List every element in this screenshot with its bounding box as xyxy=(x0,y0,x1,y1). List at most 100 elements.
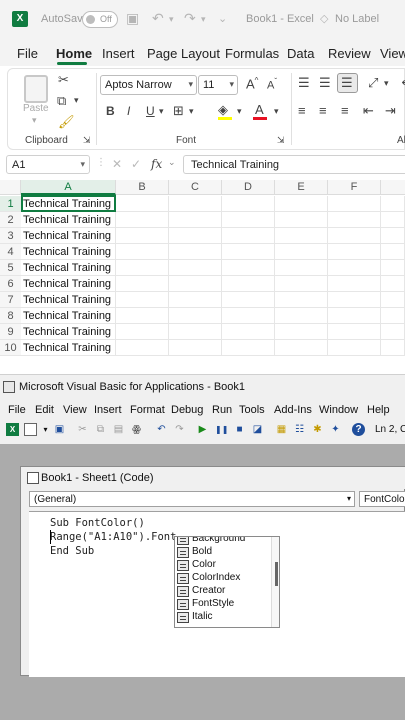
cell-empty[interactable] xyxy=(116,228,169,244)
shrink-font-icon[interactable]: Aˇ xyxy=(267,77,277,92)
design-mode-icon[interactable]: ◪ xyxy=(251,423,264,436)
row-header[interactable]: 2 xyxy=(0,212,21,228)
orientation-icon[interactable]: ⤢ xyxy=(368,75,378,91)
more-options-icon[interactable]: ⋮ xyxy=(96,157,106,168)
row-header[interactable]: 6 xyxy=(0,276,21,292)
bottom-align-icon[interactable]: ☰ xyxy=(341,75,353,91)
paste-dropdown-icon[interactable]: ▾ xyxy=(32,115,37,126)
name-box[interactable]: A1 ▾ xyxy=(6,155,90,174)
cut-icon[interactable]: ✂ xyxy=(58,72,69,88)
cell-empty[interactable] xyxy=(222,244,275,260)
intellisense-item[interactable]: Bold xyxy=(175,546,271,559)
vba-menu-format[interactable]: Format xyxy=(130,404,165,416)
cell-empty[interactable] xyxy=(328,276,381,292)
fx-dropdown-icon[interactable]: ⌄ xyxy=(168,157,176,168)
intellisense-item[interactable]: Background xyxy=(175,537,271,546)
cell-empty[interactable] xyxy=(381,228,405,244)
cell-empty[interactable] xyxy=(116,340,169,356)
intellisense-item[interactable]: Color xyxy=(175,559,271,572)
vba-menu-help[interactable]: Help xyxy=(367,404,390,416)
tab-data[interactable]: Data xyxy=(287,46,314,61)
redo-icon[interactable]: ↷ xyxy=(184,10,196,27)
procedure-select[interactable]: FontColor xyxy=(359,491,405,507)
cell-empty[interactable] xyxy=(169,196,222,212)
tab-home[interactable]: Home xyxy=(56,46,92,61)
cell-empty[interactable] xyxy=(169,260,222,276)
underline-dropdown-icon[interactable]: ▾ xyxy=(159,106,164,117)
vba-find-icon[interactable]: ꙮ xyxy=(130,423,143,436)
redo-dropdown-icon[interactable]: ▾ xyxy=(201,14,206,25)
cell-empty[interactable] xyxy=(222,292,275,308)
cell-empty[interactable] xyxy=(169,340,222,356)
cell-empty[interactable] xyxy=(381,196,405,212)
vba-paste-icon[interactable]: ▤ xyxy=(112,423,125,436)
cell-empty[interactable] xyxy=(328,292,381,308)
column-header-b[interactable]: B xyxy=(116,180,169,195)
row-header[interactable]: 10 xyxy=(0,340,21,356)
cell-empty[interactable] xyxy=(116,244,169,260)
cell-empty[interactable] xyxy=(222,260,275,276)
cell-empty[interactable] xyxy=(169,212,222,228)
intellisense-item[interactable]: ColorIndex xyxy=(175,572,271,585)
copy-icon[interactable]: ⧉ xyxy=(57,93,66,109)
vba-menu-debug[interactable]: Debug xyxy=(171,404,203,416)
row-header[interactable]: 3 xyxy=(0,228,21,244)
reset-icon[interactable]: ■ xyxy=(233,423,246,436)
cell-empty[interactable] xyxy=(116,308,169,324)
row-header[interactable]: 7 xyxy=(0,292,21,308)
italic-button[interactable]: I xyxy=(127,104,130,118)
cell-a[interactable]: Technical Training xyxy=(21,244,116,260)
column-header-f[interactable]: F xyxy=(328,180,381,195)
cell-empty[interactable] xyxy=(169,292,222,308)
properties-window-icon[interactable]: ☷ xyxy=(293,423,306,436)
tab-insert[interactable]: Insert xyxy=(102,46,135,61)
decrease-indent-icon[interactable]: ⇤ xyxy=(363,103,374,119)
cell-empty[interactable] xyxy=(116,276,169,292)
vba-menu-insert[interactable]: Insert xyxy=(94,404,122,416)
vba-menu-file[interactable]: File xyxy=(8,404,26,416)
cell-empty[interactable] xyxy=(381,308,405,324)
cell-empty[interactable] xyxy=(222,276,275,292)
tab-file[interactable]: File xyxy=(17,46,38,61)
cell-empty[interactable] xyxy=(169,276,222,292)
borders-dropdown-icon[interactable]: ▾ xyxy=(189,106,194,117)
scrollbar-thumb[interactable] xyxy=(275,562,278,586)
insert-function-icon[interactable]: fx xyxy=(151,157,162,171)
vba-menu-edit[interactable]: Edit xyxy=(35,404,54,416)
cell-empty[interactable] xyxy=(328,244,381,260)
cell-empty[interactable] xyxy=(222,308,275,324)
tab-review[interactable]: Review xyxy=(328,46,371,61)
cell-empty[interactable] xyxy=(116,196,169,212)
cell-empty[interactable] xyxy=(381,260,405,276)
fill-color-icon[interactable]: ◈ xyxy=(218,102,228,118)
cell-a[interactable]: Technical Training xyxy=(21,308,116,324)
intellisense-item[interactable]: Creator xyxy=(175,585,271,598)
cell-empty[interactable] xyxy=(222,212,275,228)
vba-copy-icon[interactable]: ⧉ xyxy=(94,423,107,436)
cell-empty[interactable] xyxy=(381,324,405,340)
bold-button[interactable]: B xyxy=(106,104,115,118)
cell-empty[interactable] xyxy=(328,340,381,356)
cell-empty[interactable] xyxy=(275,196,328,212)
enter-icon[interactable]: ✓ xyxy=(131,157,141,171)
row-header[interactable]: 8 xyxy=(0,308,21,324)
cell-empty[interactable] xyxy=(381,244,405,260)
vba-help-icon[interactable]: ? xyxy=(352,423,365,436)
fill-color-dropdown-icon[interactable]: ▾ xyxy=(237,106,242,117)
paste-label[interactable]: Paste xyxy=(23,103,49,114)
vba-menu-window[interactable]: Window xyxy=(319,404,358,416)
cell-a[interactable]: Technical Training xyxy=(21,340,116,356)
cell-empty[interactable] xyxy=(222,324,275,340)
cell-empty[interactable] xyxy=(222,228,275,244)
align-left-icon[interactable]: ≡ xyxy=(298,103,306,118)
column-header-g[interactable] xyxy=(381,180,405,195)
cell-empty[interactable] xyxy=(222,196,275,212)
vba-menu-view[interactable]: View xyxy=(63,404,87,416)
cell-empty[interactable] xyxy=(275,228,328,244)
object-select[interactable]: (General) ▾ xyxy=(29,491,355,507)
save-icon[interactable]: ▣ xyxy=(126,10,139,27)
cell-empty[interactable] xyxy=(275,276,328,292)
wrap-text-icon[interactable]: ↲ xyxy=(400,74,405,88)
cell-empty[interactable] xyxy=(169,244,222,260)
clipboard-launcher-icon[interactable]: ⇲ xyxy=(83,135,91,146)
